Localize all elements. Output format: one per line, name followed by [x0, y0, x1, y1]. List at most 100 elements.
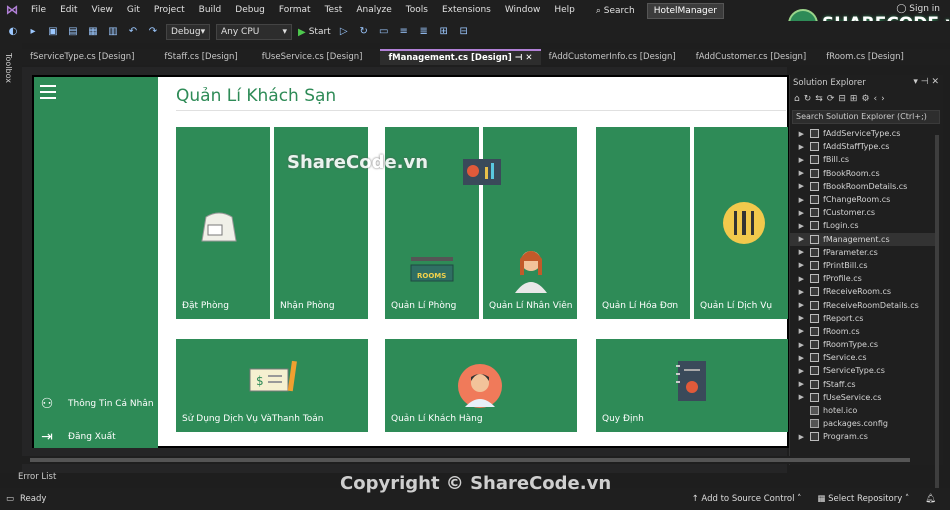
tree-item-fbill[interactable]: ▶ fBill.cs: [790, 153, 938, 166]
tab-fstaff-design[interactable]: fStaff.cs [Design]: [156, 49, 245, 65]
collapse-all-icon[interactable]: ⊟: [838, 94, 850, 104]
expand-arrow-icon[interactable]: ▶: [790, 169, 810, 177]
solution-search-input[interactable]: Search Solution Explorer (Ctrl+;): [792, 110, 940, 124]
expand-arrow-icon[interactable]: ▶: [790, 130, 810, 138]
tab-faddcustomer-design[interactable]: fAddCustomer.cs [Design]: [688, 49, 814, 65]
hot-reload-icon[interactable]: ↻: [357, 25, 371, 39]
menu-project[interactable]: Project: [147, 0, 192, 21]
pin-icon[interactable]: ⊣: [512, 53, 523, 63]
visual-studio-logo-icon[interactable]: ⋈: [0, 0, 24, 21]
expand-arrow-icon[interactable]: ▶: [790, 314, 810, 322]
undo-icon[interactable]: ↶: [126, 25, 140, 39]
show-all-files-icon[interactable]: ⊞: [850, 94, 862, 104]
size-icon[interactable]: ⊟: [457, 25, 471, 39]
menu-help[interactable]: Help: [547, 0, 582, 21]
profile-button[interactable]: ⚇ Thông Tin Cá Nhân: [38, 395, 154, 413]
tree-item-freport[interactable]: ▶ fReport.cs: [790, 312, 938, 325]
expand-arrow-icon[interactable]: ▶: [790, 261, 810, 269]
hamburger-menu-icon[interactable]: [40, 85, 56, 103]
expand-arrow-icon[interactable]: ▶: [790, 196, 810, 204]
tree-item-fservice[interactable]: ▶ fService.cs: [790, 351, 938, 364]
tab-fuseservice-design[interactable]: fUseService.cs [Design]: [254, 49, 371, 65]
tile-rules[interactable]: Quy Định: [596, 339, 788, 432]
tree-item-fbookroomdetails[interactable]: ▶ fBookRoomDetails.cs: [790, 180, 938, 193]
tree-item-freceiveroom[interactable]: ▶ fReceiveRoom.cs: [790, 285, 938, 298]
toolbox-strip[interactable]: Toolbox: [0, 43, 22, 473]
expand-arrow-icon[interactable]: ▶: [790, 327, 810, 335]
tile-use-service-payment[interactable]: $ Sử Dụng Dịch Vụ VàThanh Toán: [176, 339, 368, 432]
expand-arrow-icon[interactable]: ▶: [790, 209, 810, 217]
expand-arrow-icon[interactable]: ▶: [790, 301, 810, 309]
tab-froom-design[interactable]: fRoom.cs [Design]: [818, 49, 912, 65]
platform-select[interactable]: Any CPU ▾: [216, 24, 292, 40]
tree-item-fservicetype[interactable]: ▶ fServiceType.cs: [790, 364, 938, 377]
tree-item-program[interactable]: ▶ Program.cs: [790, 430, 938, 443]
align-center-icon[interactable]: ≣: [417, 25, 431, 39]
navigate-back-icon[interactable]: ◐: [6, 25, 20, 39]
tree-item-fbookroom[interactable]: ▶ fBookRoom.cs: [790, 167, 938, 180]
scrollbar-thumb[interactable]: [30, 458, 910, 462]
menu-tools[interactable]: Tools: [399, 0, 435, 21]
menu-edit[interactable]: Edit: [53, 0, 84, 21]
open-icon[interactable]: ▤: [66, 25, 80, 39]
tab-fservicetype-design[interactable]: fServiceType.cs [Design]: [22, 49, 142, 65]
tree-item-flogin[interactable]: ▶ fLogin.cs: [790, 219, 938, 232]
expand-arrow-icon[interactable]: ▶: [790, 275, 810, 283]
spacing-icon[interactable]: ⊞: [437, 25, 451, 39]
tab-faddcustomerinfo-design[interactable]: fAddCustomerInfo.cs [Design]: [541, 49, 684, 65]
tree-item-fprofile[interactable]: ▶ fProfile.cs: [790, 272, 938, 285]
tab-fmanagement-design[interactable]: fManagement.cs [Design] ⊣ ✕: [380, 49, 541, 65]
expand-arrow-icon[interactable]: ▶: [790, 393, 810, 401]
tree-item-fchangeroom[interactable]: ▶ fChangeRoom.cs: [790, 193, 938, 206]
home-icon[interactable]: ⌂: [794, 94, 804, 104]
menu-test[interactable]: Test: [318, 0, 350, 21]
close-icon[interactable]: ✕: [931, 77, 939, 87]
tile-manage-staff[interactable]: Quản Lí Nhân Viên: [463, 127, 577, 319]
sync-icon[interactable]: ↻: [804, 94, 816, 104]
tree-item-froomtype[interactable]: ▶ fRoomType.cs: [790, 338, 938, 351]
tree-item-faddstafftype[interactable]: ▶ fAddStaffType.cs: [790, 140, 938, 153]
tile-manage-customer[interactable]: Quản Lí Khách Hàng: [385, 339, 577, 432]
tree-item-fuseservice[interactable]: ▶ fUseService.cs: [790, 391, 938, 404]
redo-icon[interactable]: ↷: [146, 25, 160, 39]
tree-item-hotel-ico[interactable]: hotel.ico: [790, 404, 938, 417]
search-box[interactable]: ⌕ Search: [588, 6, 643, 16]
new-project-icon[interactable]: ▣: [46, 25, 60, 39]
logout-button[interactable]: ⇥ Đăng Xuất: [38, 428, 116, 446]
menu-file[interactable]: File: [24, 0, 53, 21]
tree-item-freceiveroomdetails[interactable]: ▶ fReceiveRoomDetails.cs: [790, 298, 938, 311]
tile-manage-bill[interactable]: Quản Lí Hóa Đơn: [596, 127, 690, 319]
select-repository-button[interactable]: ▦ Select Repository ˄: [817, 494, 909, 504]
error-list-tab[interactable]: Error List: [18, 472, 56, 482]
switch-views-icon[interactable]: ⇆: [815, 94, 827, 104]
start-without-debug-icon[interactable]: ▷: [337, 25, 351, 39]
start-button[interactable]: ▶ Start: [298, 27, 331, 38]
menu-git[interactable]: Git: [120, 0, 147, 21]
add-source-control-button[interactable]: ↑ Add to Source Control ˄: [692, 494, 802, 504]
tree-item-faddservicetype[interactable]: ▶ fAddServiceType.cs: [790, 127, 938, 140]
expand-arrow-icon[interactable]: ▶: [790, 341, 810, 349]
expand-arrow-icon[interactable]: ▶: [790, 380, 810, 388]
preview-icon[interactable]: ‹›: [874, 94, 889, 104]
tree-item-packages-config[interactable]: packages.config: [790, 417, 938, 430]
tree-item-froom[interactable]: ▶ fRoom.cs: [790, 325, 938, 338]
menu-extensions[interactable]: Extensions: [435, 0, 498, 21]
expand-arrow-icon[interactable]: ▶: [790, 248, 810, 256]
tree-item-fcustomer[interactable]: ▶ fCustomer.cs: [790, 206, 938, 219]
tree-item-fparameter[interactable]: ▶ fParameter.cs: [790, 246, 938, 259]
config-select[interactable]: Debug ▾: [166, 24, 210, 40]
layout-icon[interactable]: ▭: [377, 25, 391, 39]
tile-manage-service[interactable]: Quản Lí Dịch Vụ: [694, 127, 788, 319]
expand-arrow-icon[interactable]: ▶: [790, 222, 810, 230]
form-fmanagement[interactable]: ⚇ Thông Tin Cá Nhân ⇥ Đăng Xuất Quản Lí …: [32, 75, 789, 448]
expand-arrow-icon[interactable]: ▶: [790, 156, 810, 164]
menu-format[interactable]: Format: [272, 0, 318, 21]
expand-arrow-icon[interactable]: ▶: [790, 433, 810, 441]
solution-explorer-scrollbar[interactable]: [935, 135, 939, 510]
expand-arrow-icon[interactable]: ▶: [790, 367, 810, 375]
tree-item-fstaff[interactable]: ▶ fStaff.cs: [790, 378, 938, 391]
expand-arrow-icon[interactable]: ▶: [790, 235, 810, 243]
expand-arrow-icon[interactable]: ▶: [790, 288, 810, 296]
pin-icon[interactable]: ⊣: [921, 77, 932, 87]
save-icon[interactable]: ▦: [86, 25, 100, 39]
